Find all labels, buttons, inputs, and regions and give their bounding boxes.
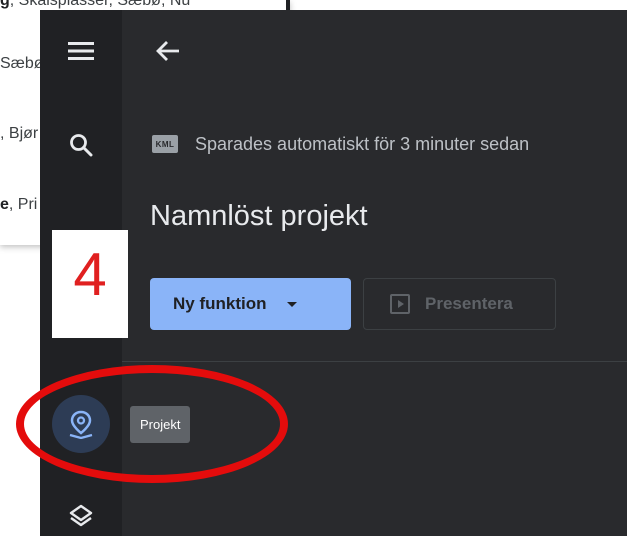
autosave-status: KML Sparades automatiskt för 3 minuter s… xyxy=(152,130,529,158)
kml-icon: KML xyxy=(152,135,178,153)
divider xyxy=(122,361,627,362)
step-number: 4 xyxy=(73,241,107,308)
present-icon xyxy=(390,294,410,314)
new-feature-button[interactable]: Ny funktion xyxy=(150,278,351,330)
result-line[interactable]: , Bjør xyxy=(0,125,38,143)
menu-icon xyxy=(68,42,94,60)
search-icon xyxy=(70,134,93,157)
present-label: Presentera xyxy=(425,294,513,313)
result-line[interactable]: e, Pri xyxy=(0,196,37,214)
search-button[interactable] xyxy=(60,124,102,166)
present-button[interactable]: Presentera xyxy=(363,278,556,330)
result-line[interactable]: Sæbø xyxy=(0,55,44,73)
result-line[interactable]: g, Skaisplasser, Sæbø, Nu xyxy=(0,0,190,10)
highlight-ellipse xyxy=(16,365,288,483)
dropdown-caret-icon xyxy=(286,301,297,307)
project-title[interactable]: Namnlöst projekt xyxy=(150,200,368,233)
layers-icon xyxy=(69,504,93,527)
new-feature-label: Ny funktion xyxy=(173,294,267,313)
step-number-box: 4 xyxy=(52,230,128,338)
arrow-back-icon xyxy=(156,41,179,61)
menu-button[interactable] xyxy=(60,30,102,72)
back-button[interactable] xyxy=(152,35,184,67)
delete-button[interactable] xyxy=(622,35,627,67)
layers-button[interactable] xyxy=(60,495,102,536)
autosave-text: Sparades automatiskt för 3 minuter sedan xyxy=(195,133,530,154)
